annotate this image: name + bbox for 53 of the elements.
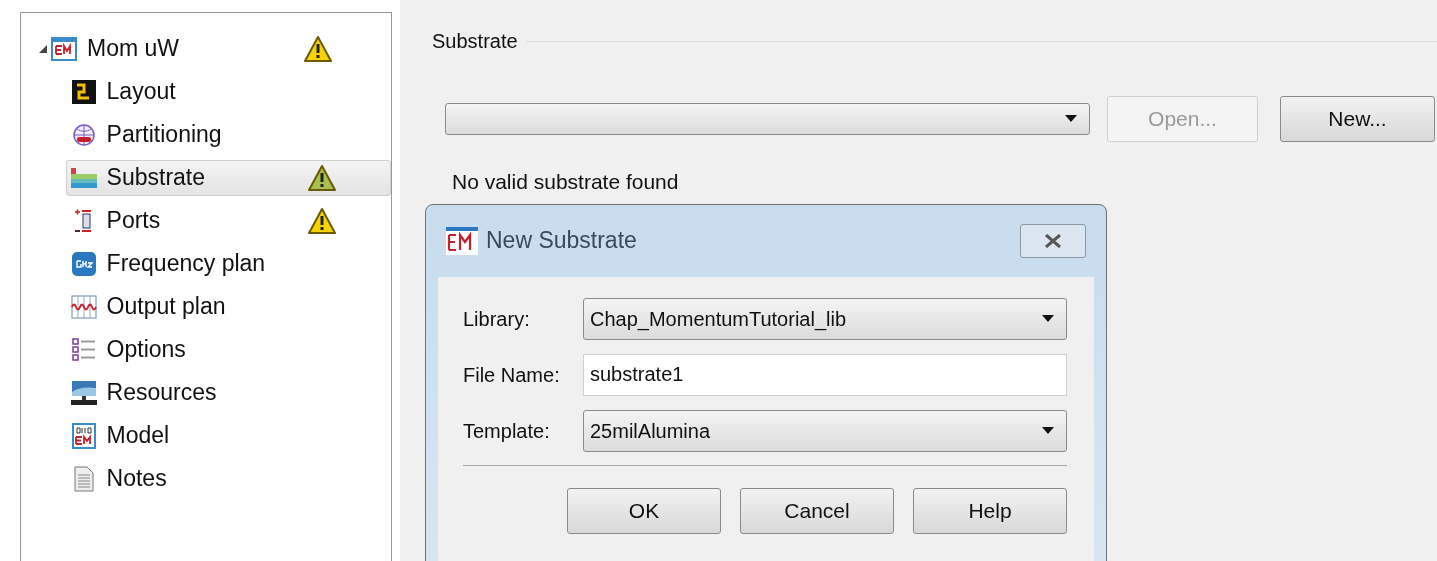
- tree-item[interactable]: Frequency plan: [65, 245, 391, 282]
- dropdown-field[interactable]: Chap_MomentumTutorial_lib: [583, 297, 1067, 340]
- tree-item-label: Notes: [106, 464, 168, 494]
- close-button[interactable]: [1020, 223, 1086, 258]
- model-icon: [71, 422, 96, 449]
- dialog-button[interactable]: Help: [913, 487, 1067, 534]
- tree-item[interactable]: Options: [65, 331, 391, 368]
- tree-item-label: Model: [106, 421, 171, 451]
- document-icon: [73, 465, 94, 492]
- tree-item-label: Output plan: [106, 292, 227, 322]
- globe-icon: [71, 122, 96, 147]
- close-icon: [1042, 233, 1064, 248]
- dropdown-arrow-icon: [1042, 314, 1054, 323]
- em-icon: [51, 36, 77, 61]
- dialog-button[interactable]: Cancel: [740, 487, 894, 534]
- computer-icon: [70, 379, 97, 406]
- tree-item[interactable]: Mom uW: [49, 30, 335, 67]
- substrate-dropdown[interactable]: [445, 103, 1090, 135]
- dialog-button[interactable]: New...: [1280, 96, 1435, 142]
- tree-item-label: Substrate: [106, 163, 207, 193]
- field-label: Template:: [463, 418, 551, 444]
- text-field[interactable]: substrate1: [583, 353, 1067, 396]
- tree-item[interactable]: Layout: [65, 73, 391, 110]
- tree-item-label: Partitioning: [106, 120, 223, 150]
- tree-item-label: Layout: [106, 77, 177, 107]
- dialog-title: New Substrate: [486, 226, 638, 256]
- tree-item[interactable]: Output plan: [65, 288, 391, 325]
- field-label: Library:: [463, 306, 531, 332]
- layout-icon: [71, 79, 96, 104]
- tree-item[interactable]: Notes: [65, 460, 391, 497]
- expand-triangle-icon[interactable]: [39, 44, 47, 53]
- ghz-icon: [71, 251, 96, 276]
- layers-icon: [70, 165, 97, 190]
- tree-item[interactable]: Partitioning: [65, 116, 391, 153]
- tree-item[interactable]: Model: [65, 417, 391, 454]
- group-title: Substrate: [431, 29, 518, 54]
- em-icon: [446, 226, 478, 255]
- tree-item-label: Ports: [106, 206, 162, 236]
- tree-item[interactable]: Substrate: [65, 159, 391, 196]
- field-label: File Name:: [463, 362, 561, 388]
- tree-item-label: Resources: [106, 378, 218, 408]
- tree-item-label: Mom uW: [87, 34, 180, 64]
- dialog-button[interactable]: OK: [567, 487, 721, 534]
- tree-item[interactable]: Resources: [65, 374, 391, 411]
- dropdown-arrow-icon: [1042, 426, 1054, 435]
- tree-item-label: Frequency plan: [106, 249, 267, 279]
- tree-item-label: Options: [106, 335, 187, 365]
- dropdown-field[interactable]: 25milAlumina: [583, 409, 1067, 452]
- list-icon: [71, 337, 96, 362]
- status-message: No valid substrate found: [451, 169, 680, 195]
- dropdown-arrow-icon: [1065, 115, 1077, 123]
- tree-item[interactable]: Ports: [65, 202, 391, 239]
- waveform-icon: [70, 294, 97, 319]
